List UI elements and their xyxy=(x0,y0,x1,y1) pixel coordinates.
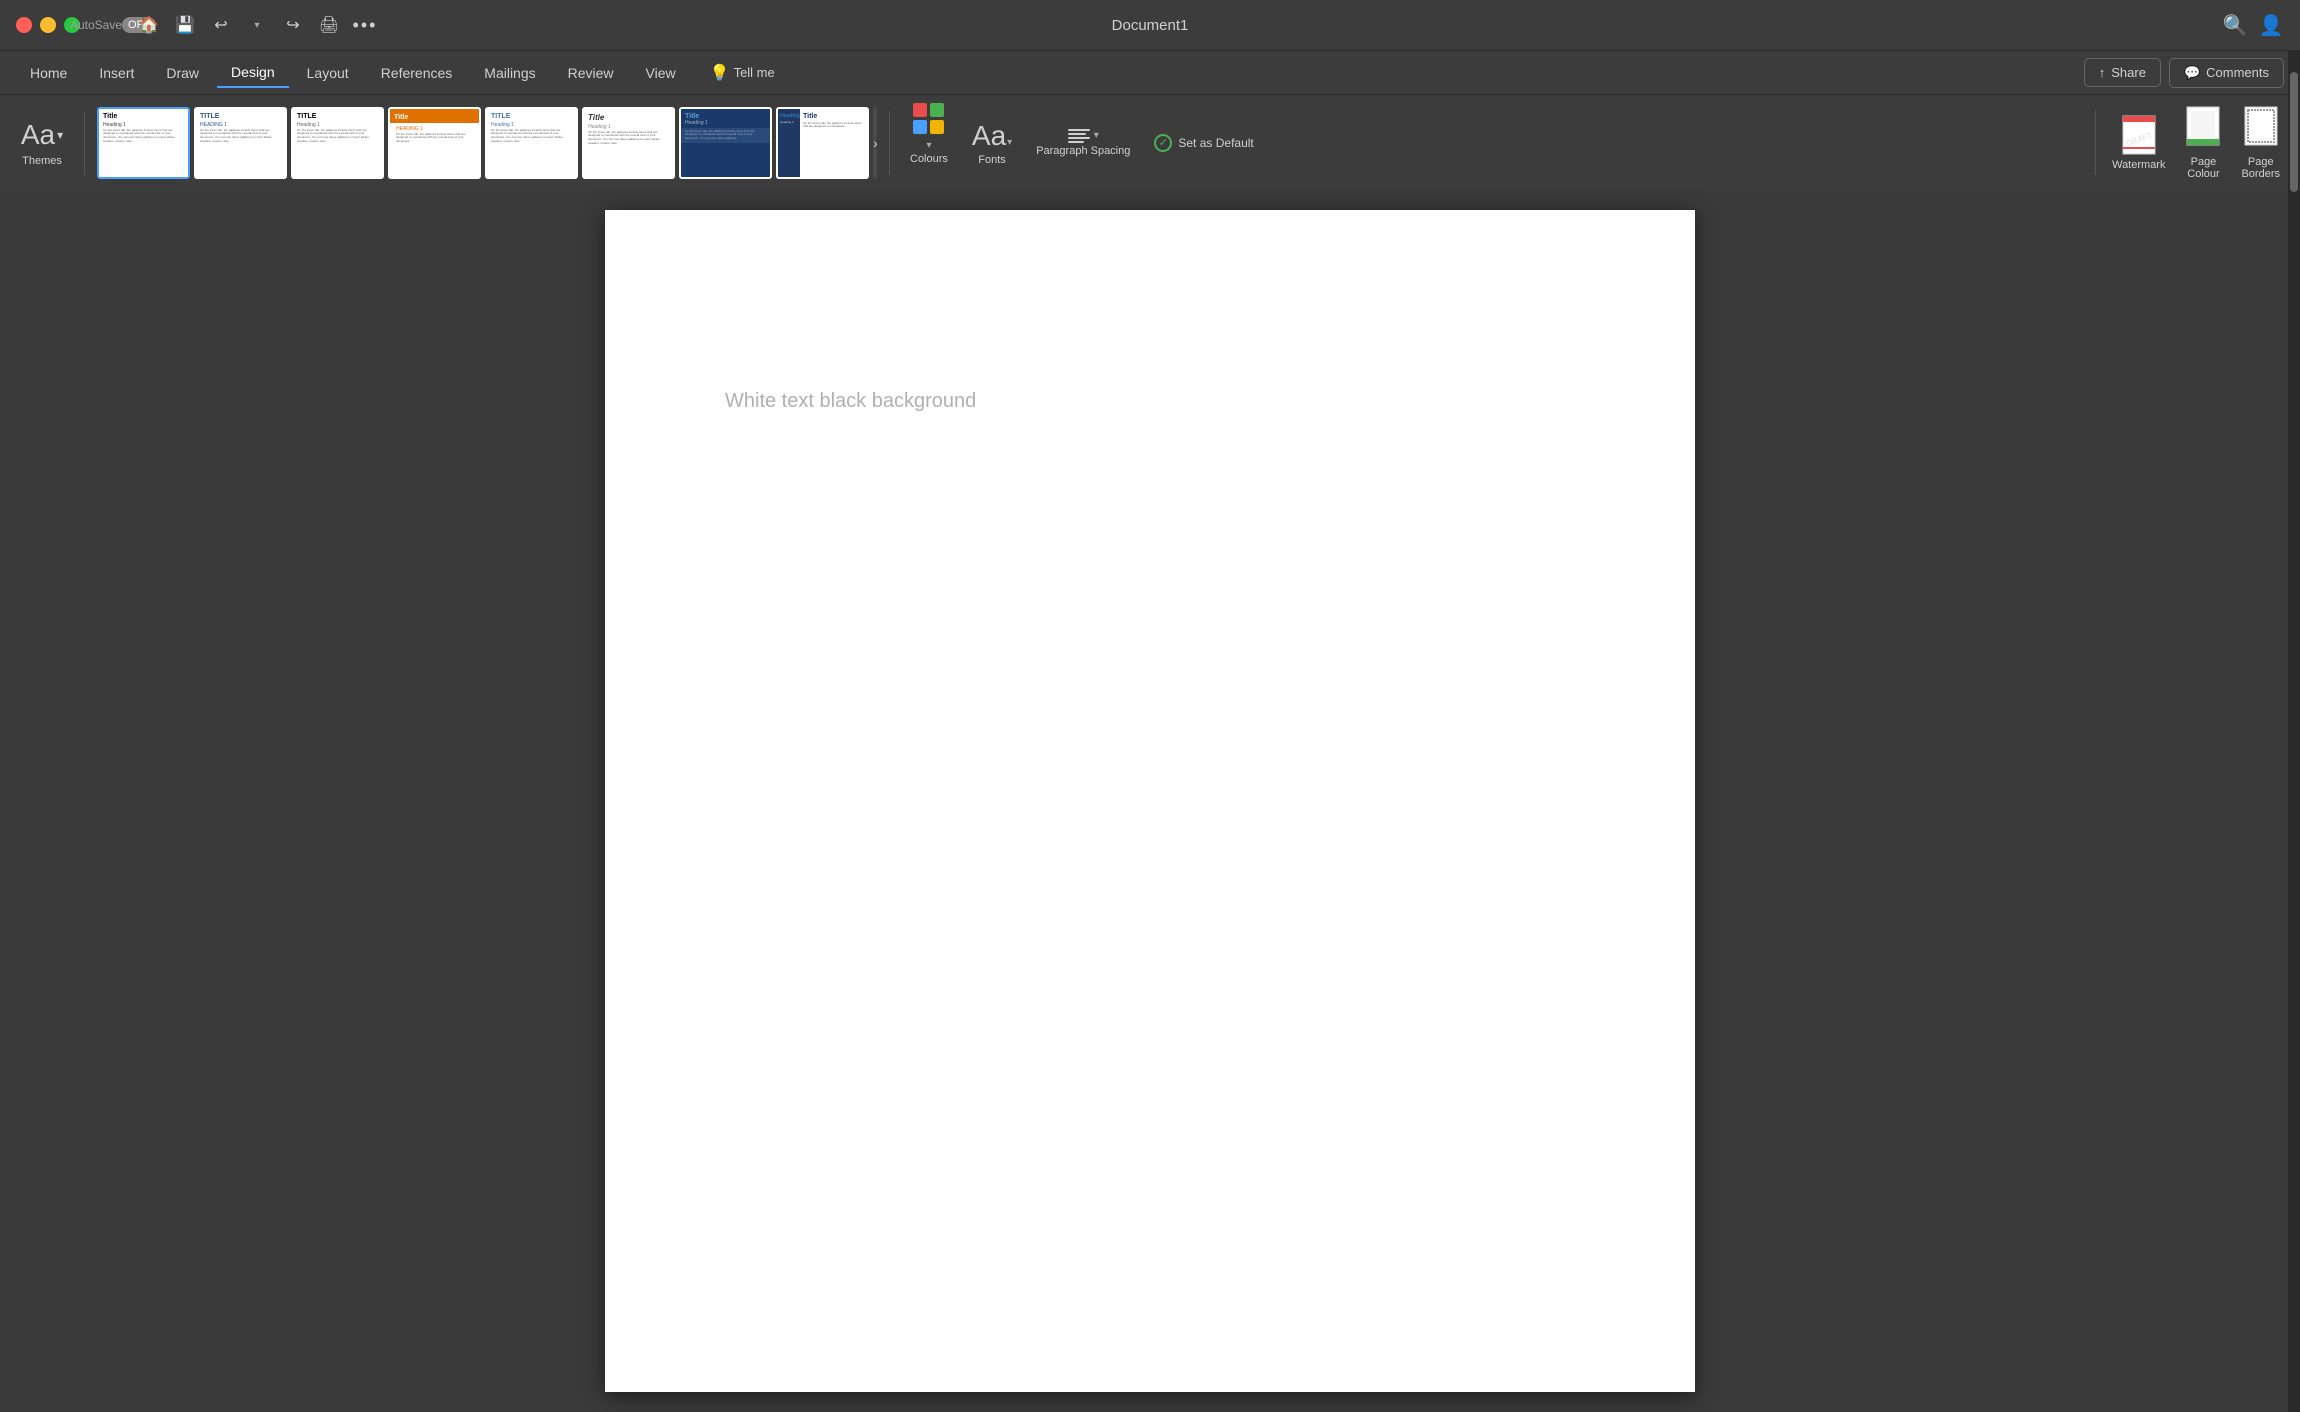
themes-button[interactable]: Aa ▾ Themes xyxy=(12,115,72,171)
theme-orange[interactable]: Title HEADING 1 On the insert tab, the g… xyxy=(388,107,481,179)
theme-minimal[interactable]: TITLE Heading 1 On the insert tab, the g… xyxy=(291,107,384,179)
ribbon-right-group: DRAFT Watermark PageColour xyxy=(2091,101,2288,184)
watermark-group[interactable]: DRAFT Watermark xyxy=(2104,111,2173,175)
undo-dropdown-icon[interactable]: ▾ xyxy=(244,12,270,38)
watermark-icon: DRAFT xyxy=(2121,115,2157,155)
document-title: Document1 xyxy=(1112,17,1189,34)
page-borders-label: PageBorders xyxy=(2241,156,2280,180)
theme-default[interactable]: Title Heading 1 On the insert tab, the g… xyxy=(97,107,190,179)
colour-sq-blue xyxy=(913,120,927,134)
menu-draw[interactable]: Draw xyxy=(152,59,213,87)
save-icon[interactable]: 💾 xyxy=(172,12,198,38)
minimize-button[interactable] xyxy=(40,17,56,33)
autosave-label: AutoSave OFF xyxy=(100,12,126,38)
scrollbar-thumb[interactable] xyxy=(2290,72,2298,192)
menu-mailings[interactable]: Mailings xyxy=(470,59,549,87)
paragraph-spacing-icon: ▾ xyxy=(1068,129,1099,143)
colour-sq-yellow xyxy=(930,120,944,134)
theme-blue[interactable]: Title Heading 1 On the insert tab, the g… xyxy=(679,107,772,179)
page-colour-group[interactable]: PageColour xyxy=(2177,101,2229,184)
set-as-default-group[interactable]: ✓ Set as Default xyxy=(1146,130,1261,156)
page-colour-label: PageColour xyxy=(2187,156,2219,180)
title-bar-left: AutoSave OFF 🏠 💾 ↩ ▾ ↪ 🖨 ••• xyxy=(100,12,378,38)
undo-icon[interactable]: ↩ xyxy=(208,12,234,38)
fonts-group[interactable]: Aa ▾ Fonts xyxy=(964,116,1020,170)
ribbon-divider-3 xyxy=(2095,111,2096,175)
paragraph-spacing-group[interactable]: ▾ Paragraph Spacing xyxy=(1028,125,1138,161)
menu-home[interactable]: Home xyxy=(16,59,81,87)
theme-darkblue[interactable]: Heading Heading 1 Title On the insert ta… xyxy=(776,107,869,179)
menu-references[interactable]: References xyxy=(367,59,467,87)
theme-office[interactable]: TITLE HEADING 1 On the insert tab, the g… xyxy=(194,107,287,179)
document-placeholder: White text black background xyxy=(725,390,976,413)
person-icon[interactable]: 👤 xyxy=(2258,12,2284,38)
theme-script[interactable]: Title Heading 1 On the insert tab, the g… xyxy=(582,107,675,179)
watermark-label: Watermark xyxy=(2112,159,2165,171)
page-borders-icon xyxy=(2243,105,2279,152)
colours-group[interactable]: ▾ Colours xyxy=(902,103,956,183)
document-page[interactable]: White text black background xyxy=(605,210,1695,1392)
share-button[interactable]: ↑ Share xyxy=(2084,58,2161,87)
colour-sq-red xyxy=(913,103,927,117)
colours-label: Colours xyxy=(910,153,948,165)
ribbon-divider-2 xyxy=(889,111,890,175)
themes-icon: Aa ▾ xyxy=(21,119,63,151)
tell-me[interactable]: 💡 Tell me xyxy=(710,63,775,83)
menu-bar: Home Insert Draw Design Layout Reference… xyxy=(0,50,2300,94)
title-bar-center: Document1 xyxy=(1112,17,1189,34)
search-icon[interactable]: 🔍 xyxy=(2222,12,2248,38)
menu-right: ↑ Share 💬 Comments xyxy=(2084,58,2284,88)
ribbon-divider-1 xyxy=(84,111,85,175)
redo-icon[interactable]: ↪ xyxy=(280,12,306,38)
page-colour-icon xyxy=(2185,105,2221,152)
theme-colorful[interactable]: TITLE Heading 1 On the insert tab, the g… xyxy=(485,107,578,179)
home-icon[interactable]: 🏠 xyxy=(136,12,162,38)
close-button[interactable] xyxy=(16,17,32,33)
menu-review[interactable]: Review xyxy=(554,59,628,87)
main-area: White text black background xyxy=(0,190,2300,1412)
title-bar-right: 🔍 👤 xyxy=(2222,12,2284,38)
more-icon[interactable]: ••• xyxy=(352,12,378,38)
menu-insert[interactable]: Insert xyxy=(85,59,148,87)
print-icon[interactable]: 🖨 xyxy=(316,12,342,38)
menu-design[interactable]: Design xyxy=(217,58,289,88)
fonts-label: Fonts xyxy=(978,154,1006,166)
theme-thumbnails: Title Heading 1 On the insert tab, the g… xyxy=(97,107,877,179)
colour-sq-green xyxy=(930,103,944,117)
theme-nav-forward-button[interactable]: › xyxy=(873,107,877,179)
colour-squares xyxy=(913,103,945,135)
ribbon: Aa ▾ Themes Title Heading 1 On the inser… xyxy=(0,94,2300,190)
menu-layout[interactable]: Layout xyxy=(293,59,363,87)
page-borders-group[interactable]: PageBorders xyxy=(2233,101,2288,184)
paragraph-spacing-label: Paragraph Spacing xyxy=(1036,145,1130,157)
title-bar: AutoSave OFF 🏠 💾 ↩ ▾ ↪ 🖨 ••• Document1 🔍… xyxy=(0,0,2300,50)
scrollbar-track xyxy=(2288,50,2300,1412)
menu-view[interactable]: View xyxy=(632,59,690,87)
themes-label: Themes xyxy=(22,155,62,167)
fonts-icon: Aa ▾ xyxy=(972,120,1012,152)
comments-button[interactable]: 💬 Comments xyxy=(2169,58,2284,88)
set-as-default-label: Set as Default xyxy=(1178,136,1253,150)
check-circle-icon: ✓ xyxy=(1154,134,1172,152)
